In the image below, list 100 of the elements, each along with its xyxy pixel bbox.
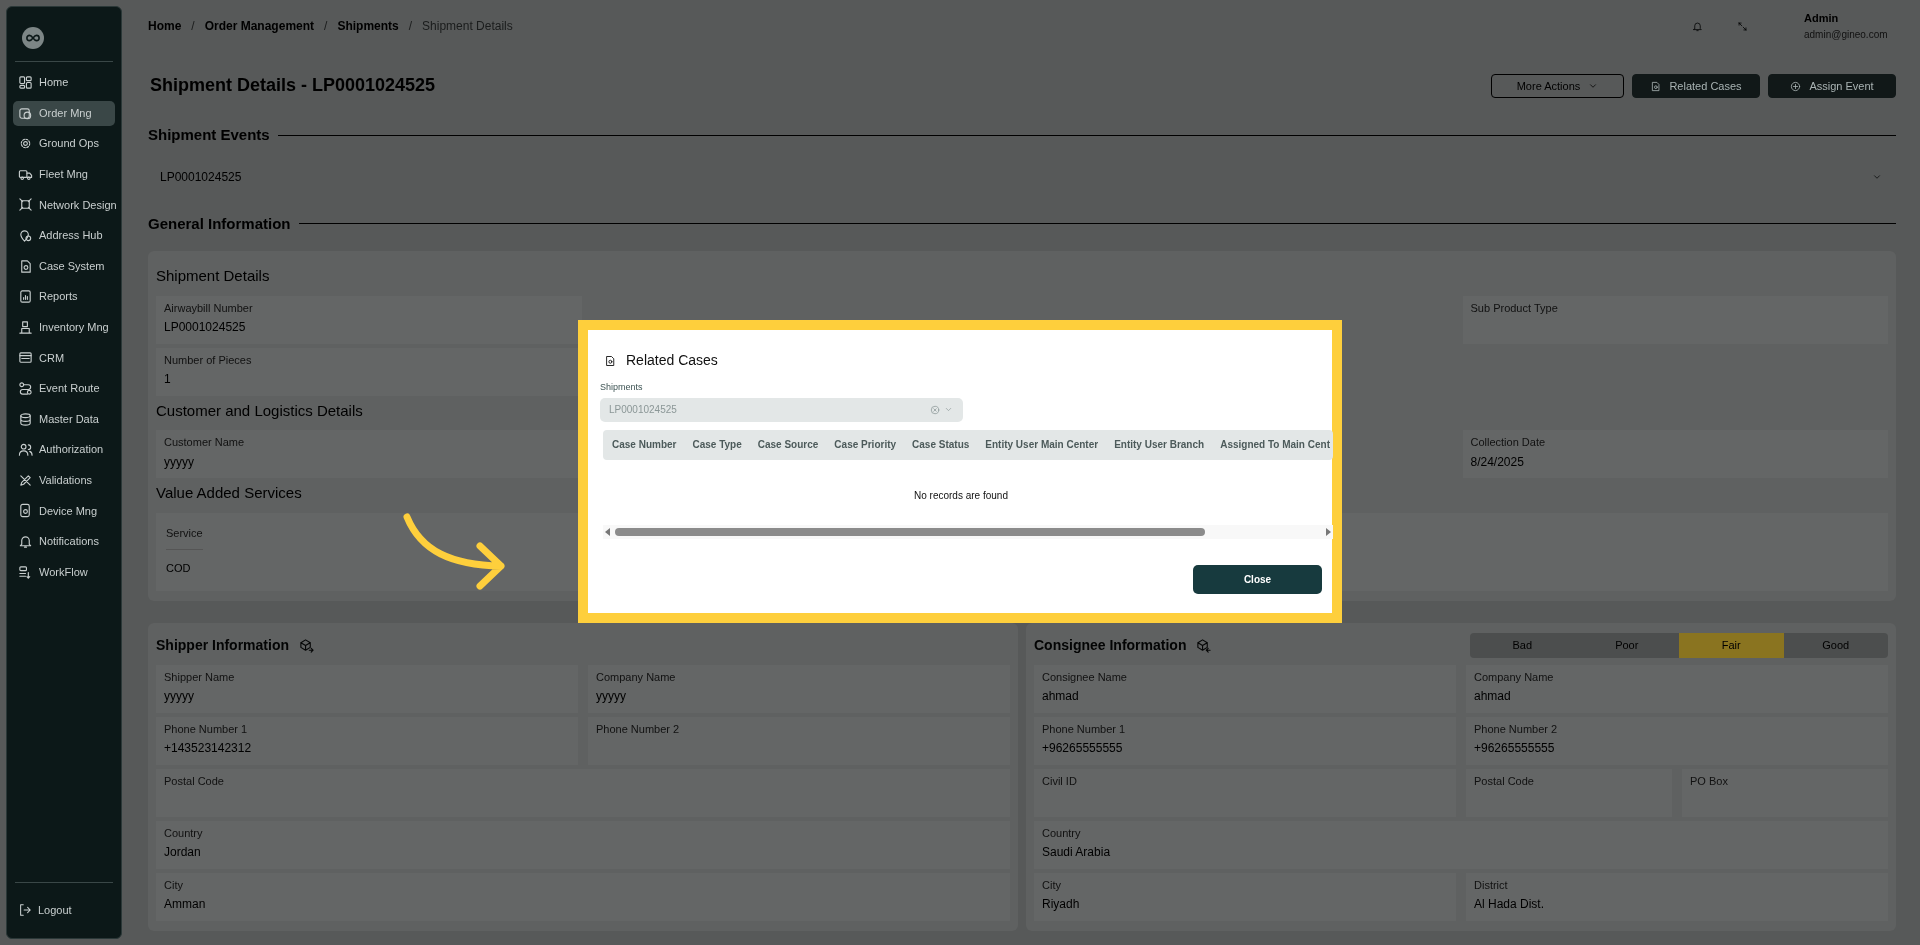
field-label: Phone Number 1 <box>1042 721 1126 737</box>
database-icon <box>18 411 33 427</box>
page-title: Shipment Details - LP0001024525 <box>150 75 436 97</box>
column-header: Assigned To Main Cent <box>1219 438 1331 452</box>
field-value: Al Hada Dist. <box>1474 896 1545 913</box>
sidebar-item[interactable]: Device Mng <box>13 498 115 524</box>
grid-icon <box>18 75 33 90</box>
sidebar-item[interactable]: Notifications <box>13 528 115 554</box>
document-icon <box>18 258 33 274</box>
sidebar-item[interactable]: Inventory Mng <box>13 314 115 340</box>
field-label: Company Name <box>1474 669 1554 685</box>
sidebar-item[interactable]: CRM <box>13 345 115 371</box>
column-header: Case Source <box>756 438 820 452</box>
sidebar-item[interactable]: Order Mng <box>13 100 115 126</box>
bell-icon[interactable] <box>1692 20 1703 32</box>
plus-circle-icon <box>1790 80 1802 92</box>
sidebar-item[interactable]: Authorization <box>13 437 115 463</box>
subsection-title: Value Added Services <box>156 483 302 503</box>
table-cell-text: COD <box>166 561 191 576</box>
sidebar-item[interactable]: Case System <box>13 253 115 279</box>
users-icon <box>18 442 33 458</box>
card-icon <box>18 350 33 366</box>
field-value: +96265555555 <box>1474 740 1555 757</box>
expand-icon[interactable] <box>1737 20 1748 32</box>
field-value: ahmad <box>1474 688 1511 705</box>
phone-icon <box>18 503 33 519</box>
field-value: Saudi Arabia <box>1042 844 1111 861</box>
field-value: 1 <box>164 371 171 388</box>
sidebar-item[interactable]: Network Design <box>13 192 115 218</box>
field-label: Phone Number 1 <box>164 721 248 737</box>
empty-message: No records are found <box>913 488 1009 503</box>
sidebar-item[interactable]: Event Route <box>13 375 115 401</box>
field-value: yyyyy <box>164 453 194 471</box>
field-value: LP0001024525 <box>164 319 246 336</box>
field-label: District <box>1474 877 1508 893</box>
sidebar-item[interactable]: Fleet Mng <box>13 161 115 187</box>
field-label: Shipper Name <box>164 669 235 685</box>
network-icon <box>18 197 33 213</box>
breadcrumb-separator: / <box>408 18 413 35</box>
field-value: yyyyy <box>596 688 626 705</box>
field-label: City <box>1042 877 1061 893</box>
field-label: Collection Date <box>1470 435 1546 450</box>
field-value: Riyadh <box>1042 896 1080 913</box>
field-label: Shipments <box>600 381 644 394</box>
chart-icon <box>18 289 33 305</box>
field-label: City <box>164 877 183 893</box>
field-value: 8/24/2025 <box>1470 453 1524 471</box>
field-value: Amman <box>164 896 206 913</box>
sidebar-item[interactable]: Master Data <box>13 406 115 432</box>
field-label: Consignee Name <box>1042 669 1127 685</box>
route-icon <box>18 380 33 396</box>
column-header: Case Priority <box>833 438 898 452</box>
field-label: Postal Code <box>164 773 224 789</box>
field-value: +96265555555 <box>1042 740 1123 757</box>
modal-title: Related Cases <box>626 351 718 370</box>
field-label: Country <box>164 825 203 841</box>
card-title: Consignee Information <box>1034 636 1187 655</box>
user-name: Admin <box>1804 11 1840 27</box>
related-cases-button[interactable]: Related Cases <box>1632 74 1760 98</box>
column-header: Case Status <box>911 438 971 452</box>
logout-icon <box>18 902 32 917</box>
field-value: +143523142312 <box>164 740 252 757</box>
sidebar-item[interactable]: Home <box>13 70 115 95</box>
dropdown-value: LP0001024525 <box>160 168 242 186</box>
chevron-down-icon <box>1588 81 1599 91</box>
field-label: Customer Name <box>164 435 245 450</box>
field-label: Country <box>1042 825 1081 841</box>
field-value: Jordan <box>164 844 201 861</box>
field-label: Company Name <box>596 669 676 685</box>
table-header: Service <box>166 516 203 550</box>
chevron-down-icon[interactable] <box>944 405 953 414</box>
rating-option[interactable]: Fair <box>1679 633 1784 658</box>
select-value: LP0001024525 <box>609 403 677 417</box>
scrollbar-thumb[interactable] <box>615 527 1205 536</box>
field-label: Phone Number 2 <box>1474 721 1558 737</box>
logout-button[interactable]: Logout <box>13 897 115 923</box>
scroll-left-icon[interactable] <box>603 526 613 537</box>
document-icon <box>1650 80 1662 92</box>
scroll-right-icon[interactable] <box>1323 526 1333 537</box>
document-icon <box>604 354 616 367</box>
field-label: PO Box <box>1690 773 1728 789</box>
field-value: ahmad <box>1042 688 1079 705</box>
sidebar-item[interactable]: Validations <box>13 467 115 493</box>
section-title: Shipment Events <box>148 125 270 145</box>
field-label: Civil ID <box>1042 773 1077 789</box>
package-arrow-icon <box>1196 638 1212 653</box>
subsection-title: Shipment Details <box>156 266 270 286</box>
sidebar-item[interactable]: Reports <box>13 284 115 310</box>
clear-icon[interactable] <box>930 404 940 415</box>
sidebar-item[interactable]: Ground Ops <box>13 131 115 157</box>
card-title: Shipper Information <box>156 636 289 655</box>
sidebar-item[interactable]: Address Hub <box>13 222 115 248</box>
package-arrow-icon <box>299 638 314 653</box>
pin-icon <box>18 227 33 243</box>
user-email: admin@gineo.com <box>1804 27 1889 42</box>
sidebar-item[interactable]: WorkFlow <box>13 559 115 585</box>
bell-icon <box>18 533 33 549</box>
assign-event-button[interactable]: Assign Event <box>1768 74 1896 98</box>
close-button[interactable]: Close <box>1193 564 1322 594</box>
field-label: Postal Code <box>1474 773 1534 789</box>
